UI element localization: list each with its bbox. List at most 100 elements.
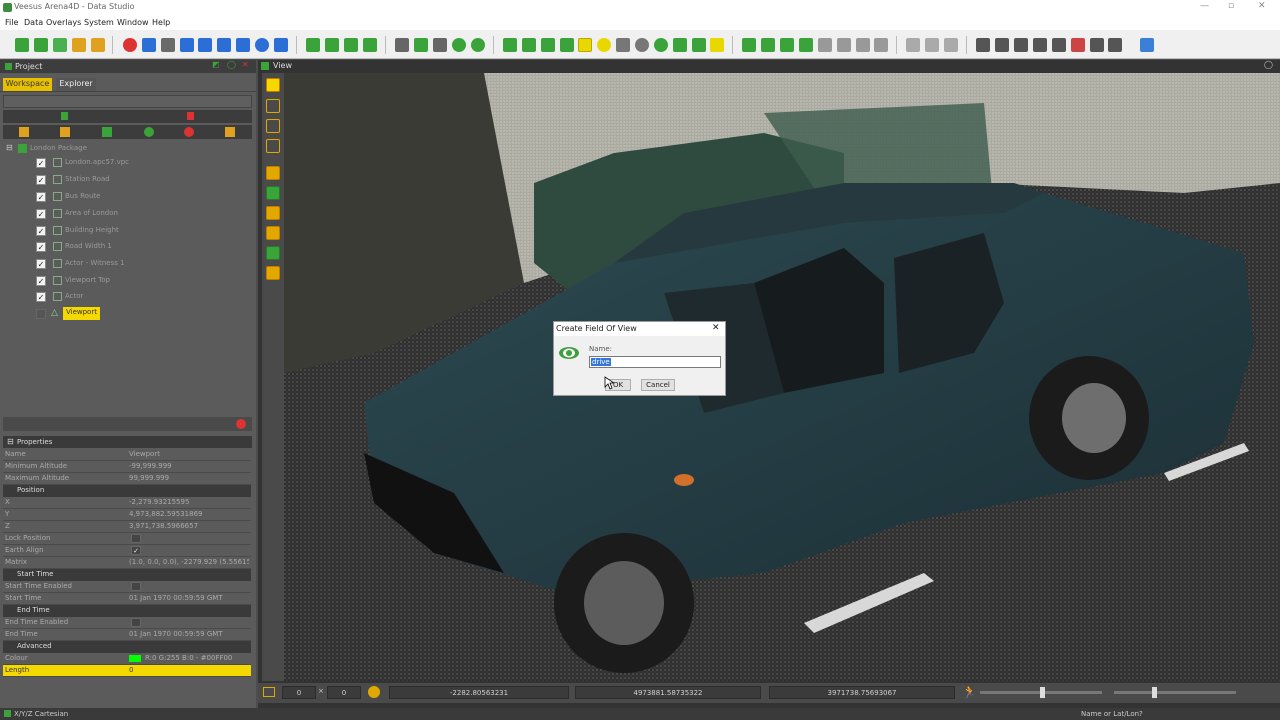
checkbox[interactable]: ✓ — [36, 276, 46, 286]
menu-window[interactable]: Window — [117, 18, 149, 27]
zoom-slider-handle[interactable] — [1152, 687, 1157, 698]
search-bar[interactable] — [3, 95, 252, 108]
menu-system[interactable]: System — [84, 18, 114, 27]
filter-red-icon[interactable] — [187, 112, 194, 120]
checkbox[interactable]: ✓ — [36, 292, 46, 302]
tree-item[interactable]: ✓ Actor - Witness 1 — [3, 256, 253, 272]
panel-close-icon[interactable]: ✕ — [242, 60, 249, 69]
screen-icon[interactable] — [263, 687, 275, 697]
checkbox[interactable]: ✓ — [36, 226, 46, 236]
crop-tool-icon[interactable] — [266, 266, 280, 280]
zoom-slider[interactable] — [1114, 687, 1236, 698]
start-enabled-checkbox[interactable] — [131, 582, 141, 591]
folder-add-icon[interactable] — [19, 127, 29, 137]
tree-item-selected[interactable]: △ Viewport — [3, 306, 253, 322]
copy-icon[interactable] — [180, 38, 194, 52]
brush-icon[interactable] — [560, 38, 574, 52]
nodes-icon[interactable] — [742, 38, 756, 52]
camera-icon[interactable] — [217, 38, 231, 52]
checkbox[interactable]: ✓ — [36, 192, 46, 202]
menu-file[interactable]: File — [5, 18, 18, 27]
fullscreen-icon[interactable] — [1140, 38, 1154, 52]
target-icon[interactable] — [471, 38, 485, 52]
window-icon[interactable] — [1108, 38, 1122, 52]
open-folder-icon[interactable] — [72, 38, 86, 52]
database-icon[interactable] — [34, 38, 48, 52]
doc-icon[interactable] — [344, 38, 358, 52]
up2-icon[interactable] — [925, 38, 939, 52]
close-icon[interactable]: ✕ — [1258, 1, 1266, 11]
speed-slider-handle[interactable] — [1040, 687, 1045, 698]
up-icon[interactable] — [906, 38, 920, 52]
rotate-icon[interactable] — [874, 38, 888, 52]
checkbox[interactable]: ✓ — [36, 242, 46, 252]
section-start-time[interactable]: Start Time — [3, 569, 251, 581]
red-grid-icon[interactable] — [1071, 38, 1085, 52]
tree-item[interactable]: ✓ Bus Route — [3, 189, 253, 205]
target-icon[interactable] — [368, 686, 380, 698]
tree-item[interactable]: ✓ Area of London — [3, 206, 253, 222]
import-icon[interactable] — [60, 127, 70, 137]
region-tool-icon[interactable] — [266, 246, 280, 260]
hand-icon[interactable] — [1090, 38, 1104, 52]
tree-item[interactable]: ✓ Viewport Top — [3, 273, 253, 289]
table-icon[interactable] — [363, 38, 377, 52]
clock-icon[interactable] — [452, 38, 466, 52]
prop-row[interactable]: Colour R:0 G:255 B:0 - #00FF00 — [3, 653, 251, 665]
pointcloud-scene[interactable] — [284, 73, 1280, 681]
checkbox[interactable]: ✓ — [36, 209, 46, 219]
earth-align-checkbox[interactable]: ✓ — [131, 546, 141, 555]
dialog-close-icon[interactable]: ✕ — [712, 323, 720, 333]
pin-green-icon[interactable] — [102, 127, 112, 137]
measure-tool-icon[interactable] — [266, 139, 280, 153]
delete-icon[interactable] — [184, 127, 194, 137]
find-icon[interactable] — [144, 127, 154, 137]
tree-item[interactable]: ✓ Station Road — [3, 172, 253, 188]
prop-row[interactable]: X -2,279.93215595 — [3, 497, 251, 509]
walk-icon[interactable]: 🏃 — [962, 685, 977, 699]
tab-explorer[interactable]: Explorer — [56, 78, 96, 91]
prop-row[interactable]: Z 3,971,738.5966657 — [3, 521, 251, 533]
tree-item[interactable]: ✓ Road Width 1 — [3, 239, 253, 255]
grid-icon[interactable] — [325, 38, 339, 52]
cloud-icon[interactable] — [673, 38, 687, 52]
prop-row[interactable]: Start Time 01 Jan 1970 00:59:59 GMT — [3, 593, 251, 605]
frame-field-2[interactable]: 0 — [327, 686, 361, 699]
angle-tool-icon[interactable] — [266, 119, 280, 133]
tab-workspace[interactable]: Workspace — [3, 78, 52, 91]
section-position[interactable]: Position — [3, 485, 251, 497]
menu-list-icon[interactable] — [225, 127, 235, 137]
expand-icon[interactable] — [995, 38, 1009, 52]
tree-item[interactable]: ✓ Building Height — [3, 223, 253, 239]
shape-icon[interactable] — [799, 38, 813, 52]
gear-icon[interactable] — [1014, 38, 1028, 52]
coord-x[interactable]: -2282.80563231 — [389, 686, 569, 699]
cube-icon[interactable] — [541, 38, 555, 52]
prop-row[interactable]: Name Viewport — [3, 449, 251, 461]
menu-help[interactable]: Help — [152, 18, 170, 27]
section-tool-icon[interactable] — [266, 226, 280, 240]
tree-item[interactable]: ✓ London.apc57.vpc — [3, 155, 253, 171]
zoom-icon[interactable] — [616, 38, 630, 52]
grid-highlight-icon[interactable] — [578, 38, 592, 52]
stack-icon[interactable] — [522, 38, 536, 52]
angle-icon[interactable] — [433, 38, 447, 52]
video-icon[interactable] — [274, 38, 288, 52]
properties-header[interactable]: ⊟ Properties — [3, 436, 252, 448]
grid-view-icon[interactable] — [1033, 38, 1047, 52]
coord-y[interactable]: 4973881.58735322 — [575, 686, 761, 699]
lock-checkbox[interactable] — [131, 534, 141, 543]
web-icon[interactable] — [654, 38, 668, 52]
help-icon[interactable] — [635, 38, 649, 52]
select-icon[interactable] — [395, 38, 409, 52]
restore-icon[interactable]: ◩ — [212, 60, 220, 69]
checkbox[interactable] — [36, 309, 46, 319]
tile-icon[interactable] — [1052, 38, 1066, 52]
remove-icon[interactable] — [236, 419, 246, 429]
package-icon[interactable] — [91, 38, 105, 52]
minimize-icon[interactable]: — — [1200, 1, 1209, 11]
prop-row[interactable]: Earth Align ✓ — [3, 545, 251, 557]
export-icon[interactable] — [236, 38, 250, 52]
list-icon[interactable] — [976, 38, 990, 52]
menu-data[interactable]: Data — [24, 18, 43, 27]
